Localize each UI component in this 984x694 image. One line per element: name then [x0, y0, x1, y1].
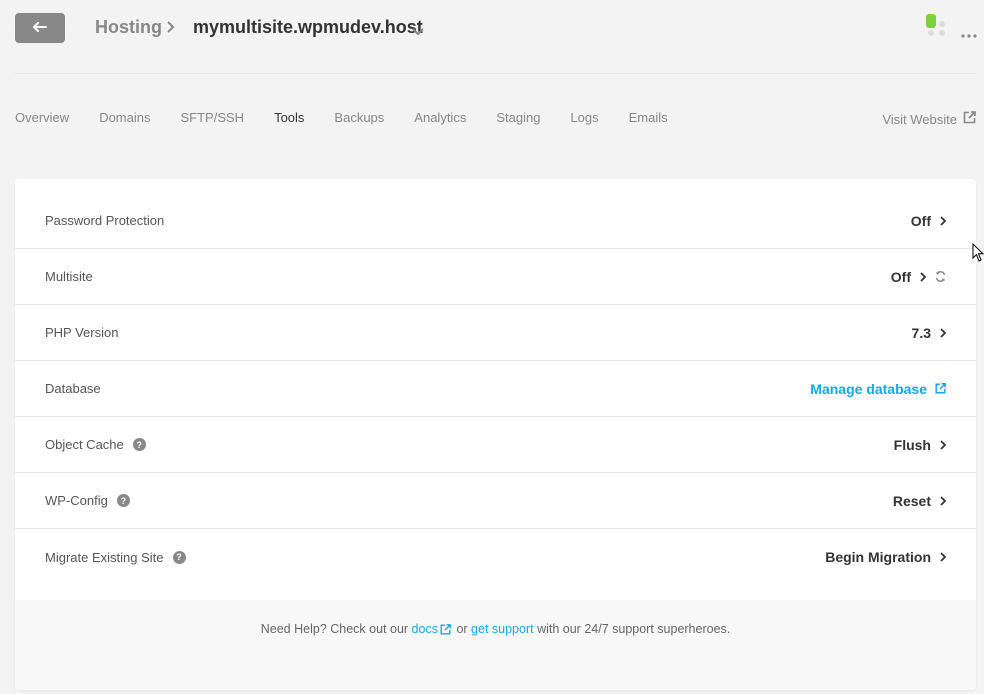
tab-overview[interactable]: Overview: [15, 110, 69, 125]
tool-label-wrap: WP-Config ?: [45, 493, 130, 508]
help-icon[interactable]: ?: [172, 550, 186, 564]
help-footer: [15, 600, 976, 690]
back-button[interactable]: [15, 13, 65, 43]
header: Hosting mymultisite.wpmudev.host: [0, 0, 984, 74]
action-value: Begin Migration: [825, 549, 931, 565]
tool-row-database: Database Manage database: [15, 361, 976, 417]
chevron-right-icon: [940, 325, 947, 341]
header-divider: [15, 73, 976, 74]
chevron-right-icon: [166, 20, 176, 39]
action-value: Manage database: [810, 380, 927, 397]
help-icon[interactable]: ?: [132, 438, 146, 451]
tab-staging[interactable]: Staging: [496, 110, 540, 125]
docs-link-label: docs: [411, 622, 438, 636]
help-icon[interactable]: ?: [116, 494, 130, 507]
help-text: Need Help? Check out our docs or get sup…: [15, 622, 976, 636]
tool-row-object-cache: Object Cache ? Flush: [15, 417, 976, 473]
external-link-icon: [440, 624, 451, 635]
begin-migration-button[interactable]: Begin Migration: [825, 549, 947, 565]
tab-sftp-ssh[interactable]: SFTP/SSH: [180, 110, 244, 125]
tab-tools[interactable]: Tools: [274, 110, 304, 125]
tool-row-multisite: Multisite Off: [15, 249, 976, 305]
flush-cache-button[interactable]: Flush: [893, 436, 947, 453]
chevron-right-icon: [940, 549, 947, 565]
action-value: Flush: [893, 436, 931, 453]
external-link-icon: [957, 111, 976, 127]
chevron-right-icon: [940, 493, 947, 509]
chevron-down-icon[interactable]: [412, 23, 424, 41]
breadcrumb-hosting[interactable]: Hosting: [95, 17, 162, 38]
action-value: Off: [890, 268, 911, 285]
help-suffix: with our 24/7 support superheroes.: [537, 622, 731, 636]
chevron-right-icon: [920, 269, 927, 285]
php-version-select[interactable]: 7.3: [911, 324, 947, 341]
more-dots-icon[interactable]: [961, 25, 977, 43]
tool-label-wrap: Object Cache ?: [45, 437, 146, 452]
chevron-right-icon: [940, 213, 947, 229]
tool-label: Multisite: [45, 269, 93, 284]
site-name[interactable]: mymultisite.wpmudev.host: [193, 17, 423, 38]
tools-card: Password Protection Off Multisite Off PH…: [15, 179, 976, 690]
chevron-right-icon: [940, 437, 947, 453]
manage-database-link[interactable]: Manage database: [810, 381, 946, 397]
help-middle: or: [456, 622, 468, 636]
tool-label: PHP Version: [45, 325, 119, 340]
tool-label: Password Protection: [45, 213, 165, 228]
get-support-link[interactable]: get support: [471, 622, 534, 636]
action-value: Reset: [892, 492, 931, 509]
tab-analytics[interactable]: Analytics: [414, 110, 466, 125]
tool-label: Object Cache: [45, 437, 124, 452]
visit-website-link[interactable]: Visit Website: [882, 111, 976, 127]
tool-label: Database: [45, 381, 101, 396]
password-protection-toggle[interactable]: Off: [910, 212, 947, 229]
help-prefix: Need Help? Check out our: [260, 622, 409, 636]
multisite-toggle[interactable]: Off: [891, 269, 946, 285]
visit-website-label: Visit Website: [882, 111, 957, 127]
tool-label: WP-Config: [45, 493, 108, 508]
tab-bar: Overview Domains SFTP/SSH Tools Backups …: [15, 110, 698, 125]
external-link-icon: [935, 381, 946, 397]
back-arrow-icon: [33, 19, 47, 37]
refresh-icon[interactable]: [935, 269, 946, 285]
server-status-icon[interactable]: [926, 13, 948, 42]
tool-row-php-version: PHP Version 7.3: [15, 305, 976, 361]
docs-link[interactable]: docs: [412, 622, 453, 636]
tab-emails[interactable]: Emails: [629, 110, 668, 125]
tab-logs[interactable]: Logs: [570, 110, 598, 125]
tab-backups[interactable]: Backups: [334, 110, 384, 125]
mouse-cursor-icon: [972, 242, 984, 268]
action-value: 7.3: [911, 324, 931, 341]
tool-label: Migrate Existing Site: [45, 549, 164, 565]
tab-domains[interactable]: Domains: [99, 110, 150, 125]
tool-label-wrap: Migrate Existing Site ?: [45, 550, 186, 565]
tool-row-migrate: Migrate Existing Site ? Begin Migration: [15, 529, 976, 585]
tool-row-wp-config: WP-Config ? Reset: [15, 473, 976, 529]
reset-wp-config-button[interactable]: Reset: [892, 492, 947, 509]
tool-row-password-protection: Password Protection Off: [15, 193, 976, 249]
action-value: Off: [910, 212, 931, 229]
